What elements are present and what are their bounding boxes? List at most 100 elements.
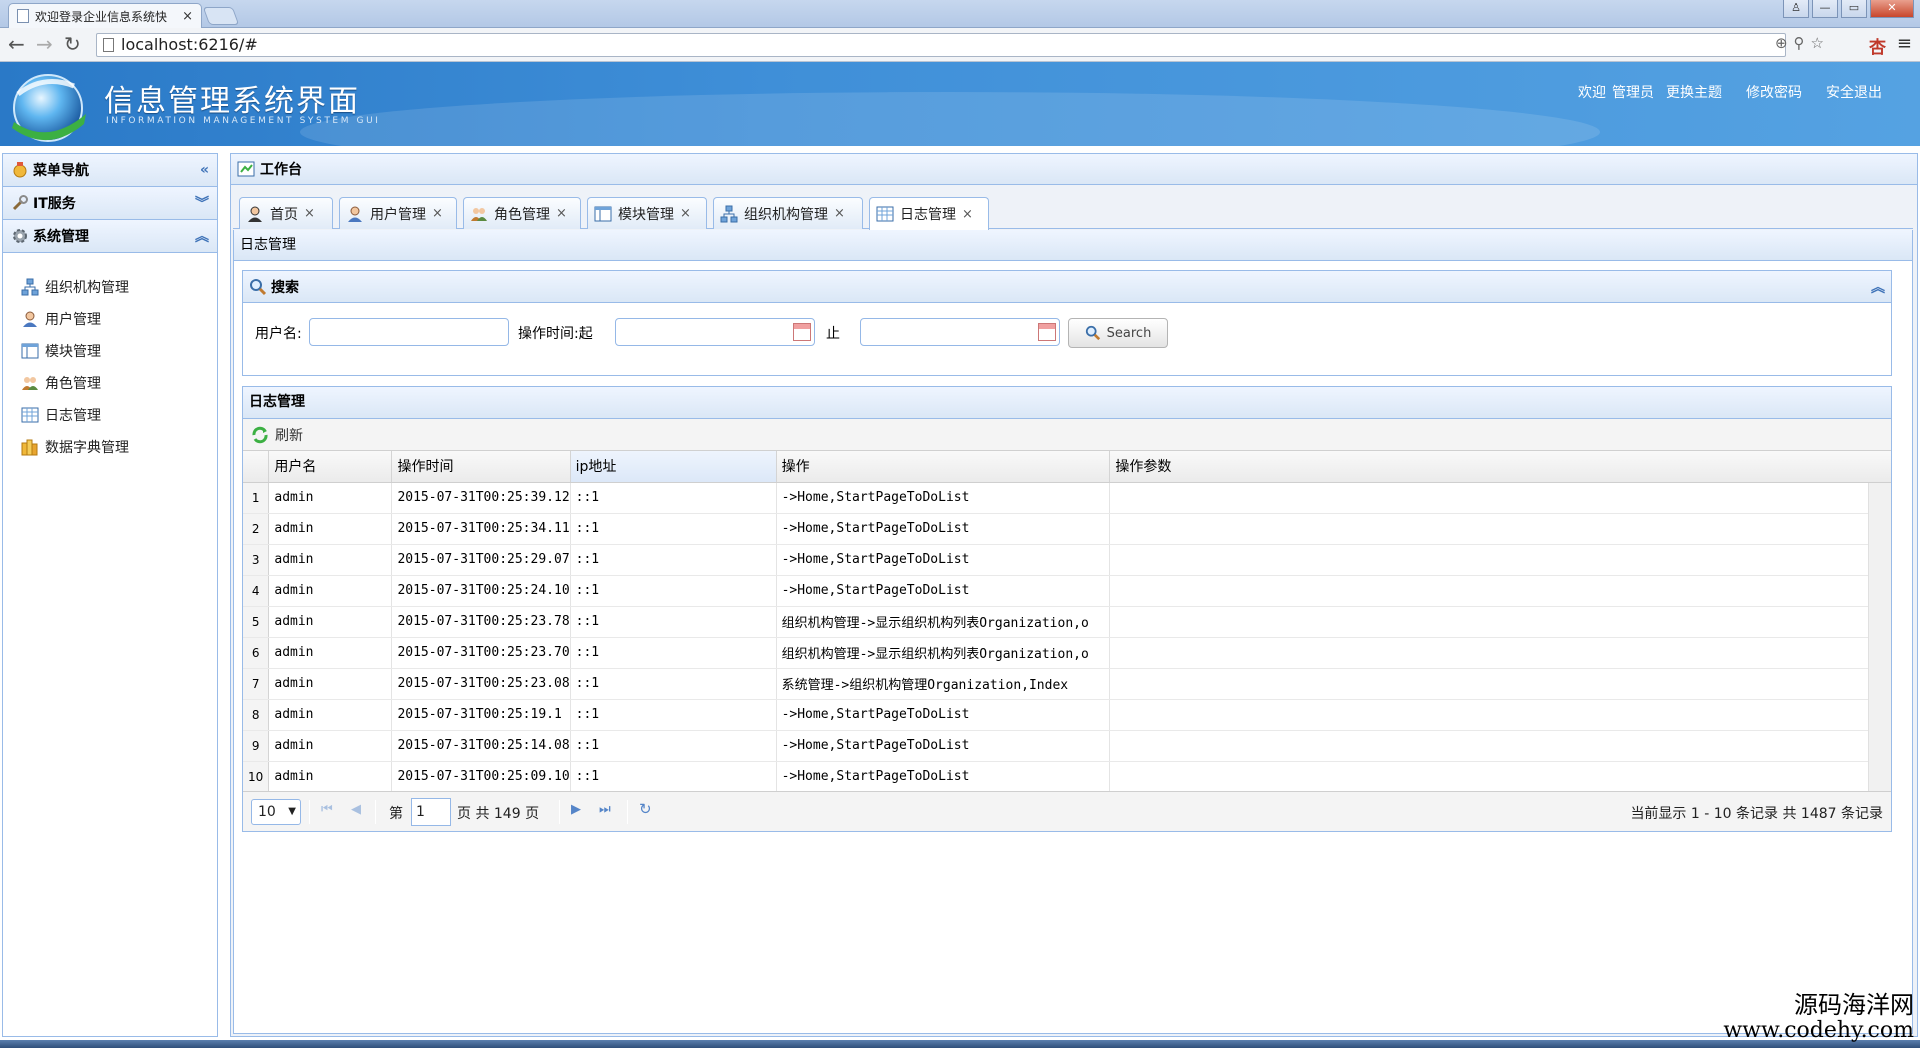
reload-icon[interactable]: ↻ [64,34,81,54]
system-name: 信息管理系统界面 [104,84,360,119]
user-profile-icon[interactable]: ♙ [1783,0,1809,18]
table-row[interactable]: 10 admin 2015-07-31T00:25:09.10::1 ->Home,S… [243,761,1891,793]
sidebar-item-organization[interactable]: 组织机构管理 [3,271,217,303]
prev-page-icon[interactable]: ◀ [351,802,361,817]
page-number-input[interactable]: 1 [411,798,451,826]
table-row[interactable]: 3 admin 2015-07-31T00:25:29.07::1 ->Home,St… [243,544,1891,576]
sidebar-section-system[interactable]: 系统管理 ︽ [3,220,217,253]
tab-logs[interactable]: 日志管理 × [869,197,989,230]
tab-label: 角色管理 [494,206,550,223]
cell-username: admin [268,730,393,762]
cell-params [1109,761,1891,793]
page-favicon-icon [17,9,29,23]
table-row[interactable]: 4 admin 2015-07-31T00:25:24.10::1 ->Home,St… [243,575,1891,607]
tab-users[interactable]: 用户管理 × [339,197,457,229]
url-input[interactable]: localhost:6216/# [96,33,1786,57]
logout-link[interactable]: 安全退出 [1826,82,1882,102]
log-table-icon [876,206,894,222]
module-icon [21,343,39,359]
extension-icon[interactable]: 杏 [1869,33,1886,58]
close-icon[interactable]: × [834,206,845,221]
change-theme-link[interactable]: 更换主题 [1666,82,1722,102]
browser-menu-icon[interactable]: ≡ [1897,33,1912,54]
tab-organization[interactable]: 组织机构管理 × [713,197,863,229]
tab-roles[interactable]: 角色管理 × [463,197,581,229]
cell-params [1109,482,1891,514]
column-header-params[interactable]: 操作参数 [1109,451,1891,483]
browser-tab[interactable]: 欢迎登录企业信息系统快 × [8,3,202,28]
close-icon[interactable]: × [432,206,443,221]
forward-icon[interactable]: → [36,34,53,54]
vertical-scrollbar[interactable] [1868,483,1891,793]
calendar-icon[interactable] [1038,323,1056,341]
maximize-icon[interactable]: ▭ [1841,0,1867,18]
chevron-up-icon[interactable]: ︽ [195,226,209,246]
sidebar-item-users[interactable]: 用户管理 [3,303,217,335]
back-icon[interactable]: ← [8,34,25,54]
sidebar-item-roles[interactable]: 角色管理 [3,367,217,399]
home-person-icon [248,206,262,222]
column-header-operation[interactable]: 操作 [776,451,1111,483]
sidebar-item-logs[interactable]: 日志管理 [3,399,217,431]
cell-ip: ::1 [570,761,777,793]
row-number: 8 [243,699,270,731]
refresh-button[interactable]: 刷新 [251,425,303,445]
row-number: 3 [243,544,270,576]
tab-home[interactable]: 首页 × [239,197,333,229]
window-close-icon[interactable]: ✕ [1870,0,1914,18]
table-body: 1 admin 2015-07-31T00:25:39.12::1 ->Home,St… [243,482,1891,793]
current-user: 管理员 [1612,85,1654,101]
cell-time: 2015-07-31T00:25:23.08 [391,668,571,700]
workbench-panel: 工作台 首页 × 用户管理 × 角色管理 × 模块管理 × 组织机构管理 × 日… [230,153,1918,1037]
table-row[interactable]: 7 admin 2015-07-31T00:25:23.08::1 系统管理->组织机… [243,668,1891,700]
gear-icon [13,229,27,243]
wrench-icon [12,195,28,211]
calendar-icon[interactable] [793,323,811,341]
table-row[interactable]: 8 admin 2015-07-31T00:25:19.1::1 ->Home,Sta… [243,699,1891,731]
table-row[interactable]: 2 admin 2015-07-31T00:25:34.11::1 ->Home,St… [243,513,1891,545]
zoom-key-star-icons[interactable]: ⊕⚲☆ [1775,34,1830,52]
cell-params [1109,513,1891,545]
role-group-icon [471,207,487,221]
sidebar-item-dictionary[interactable]: 数据字典管理 [3,431,217,463]
close-icon[interactable]: × [304,206,315,221]
next-page-icon[interactable]: ▶ [571,802,581,817]
new-tab-button[interactable] [202,7,240,25]
minimize-icon[interactable]: — [1812,0,1838,18]
table-row[interactable]: 5 admin 2015-07-31T00:25:23.78::1 组织机构管理->显… [243,606,1891,638]
chevron-up-icon[interactable]: ︽ [1871,277,1885,297]
cell-ip: ::1 [570,730,777,762]
first-page-icon[interactable]: ⏮ [321,802,333,817]
last-page-icon[interactable]: ⏭ [599,802,611,817]
table-row[interactable]: 9 admin 2015-07-31T00:25:14.08::1 ->Home,St… [243,730,1891,762]
pager-refresh-icon[interactable]: ↻ [639,800,652,818]
tab-modules[interactable]: 模块管理 × [587,197,707,229]
table-row[interactable]: 1 admin 2015-07-31T00:25:39.12::1 ->Home,St… [243,482,1891,514]
time-from-input[interactable] [615,318,815,346]
page-size-select[interactable]: 10 ▼ [251,799,301,825]
tab-label: 首页 [270,206,298,223]
sidebar-item-modules[interactable]: 模块管理 [3,335,217,367]
chevron-down-icon[interactable]: ︾ [195,193,209,213]
change-password-link[interactable]: 修改密码 [1746,82,1802,102]
record-info: 当前显示 1 - 10 条记录 共 1487 条记录 [1630,806,1883,822]
close-icon[interactable]: × [680,206,691,221]
sidebar: 菜单导航 « IT服务 ︾ 系统管理 ︽ 组织机构管理 用户管理 模块管理 角色… [2,153,218,1037]
column-header-time[interactable]: 操作时间 [391,451,571,483]
username-input[interactable] [309,318,509,346]
sidebar-collapse-icon[interactable]: « [200,162,209,178]
close-tab-icon[interactable]: × [182,9,193,24]
sidebar-section-it[interactable]: IT服务 ︾ [3,187,217,220]
close-icon[interactable]: × [556,206,567,221]
time-to-input[interactable] [860,318,1060,346]
table-row[interactable]: 6 admin 2015-07-31T00:25:23.70::1 组织机构管理->显… [243,637,1891,669]
cell-params [1109,606,1891,638]
cell-ip: ::1 [570,513,777,545]
column-header-username[interactable]: 用户名 [268,451,393,483]
pager-separator [375,800,376,824]
sidebar-item-label: 数据字典管理 [45,440,129,456]
search-button[interactable]: Search [1068,318,1168,348]
row-number: 7 [243,668,270,700]
column-header-ip[interactable]: ip地址 [570,451,777,483]
close-icon[interactable]: × [962,207,973,222]
